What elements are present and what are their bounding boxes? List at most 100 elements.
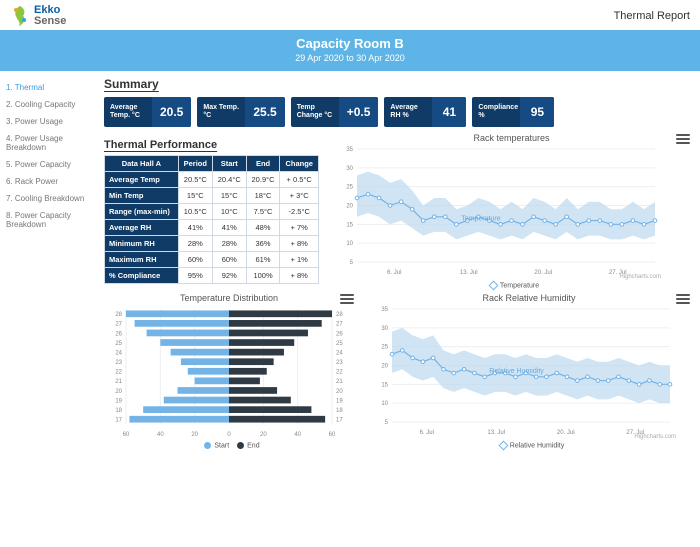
- svg-text:25: 25: [115, 341, 122, 347]
- svg-text:20. Jul: 20. Jul: [534, 270, 552, 276]
- table-cell: 10.5°C: [178, 204, 212, 220]
- svg-text:30: 30: [381, 326, 388, 332]
- row-header: Range (max-min): [105, 204, 179, 220]
- svg-text:20: 20: [336, 389, 343, 395]
- svg-text:27: 27: [336, 322, 343, 328]
- table-header: Start: [212, 156, 246, 172]
- sidebar-item[interactable]: 7. Cooling Breakdown: [6, 190, 94, 207]
- summary-heading: Summary: [104, 77, 690, 91]
- hamburger-icon[interactable]: [340, 293, 354, 305]
- summary-tile: Max Temp. °C25.5: [197, 97, 284, 127]
- summary-tile: Compliance %95: [472, 97, 554, 127]
- row-header: % Compliance: [105, 268, 179, 284]
- chart-title: Rack Relative Humidity: [368, 293, 690, 303]
- row-header: Min Temp: [105, 188, 179, 204]
- svg-text:19: 19: [115, 399, 122, 405]
- table-header: Change: [280, 156, 319, 172]
- sidebar-item[interactable]: 8. Power Capacity Breakdown: [6, 207, 94, 233]
- svg-text:40: 40: [294, 432, 301, 438]
- tile-value: 25.5: [245, 97, 284, 127]
- tile-value: 41: [432, 97, 466, 127]
- table-header: Period: [178, 156, 212, 172]
- table-row: Range (max-min)10.5°C10°C7.5°C-2.5°C: [105, 204, 319, 220]
- row-header: Minimum RH: [105, 236, 179, 252]
- sidebar-item[interactable]: 5. Power Capacity: [6, 156, 94, 173]
- svg-text:20: 20: [115, 389, 122, 395]
- row-header: Maximum RH: [105, 252, 179, 268]
- svg-text:24: 24: [115, 351, 122, 357]
- row-header: Average Temp: [105, 172, 179, 188]
- sidebar-item[interactable]: 3. Power Usage: [6, 113, 94, 130]
- sidebar-item[interactable]: 4. Power Usage Breakdown: [6, 130, 94, 156]
- svg-text:18: 18: [115, 408, 122, 414]
- legend-label: Start: [214, 443, 229, 450]
- lizard-icon: [10, 4, 30, 28]
- svg-text:60: 60: [123, 432, 130, 438]
- table-header: End: [246, 156, 280, 172]
- table-cell: 15°C: [212, 188, 246, 204]
- table-cell: 95%: [178, 268, 212, 284]
- svg-text:13. Jul: 13. Jul: [460, 270, 478, 276]
- svg-text:20: 20: [260, 432, 267, 438]
- brand-logo: Ekko Sense: [10, 4, 66, 28]
- svg-text:17: 17: [115, 418, 122, 424]
- table-cell: 28%: [212, 236, 246, 252]
- row-header: Average RH: [105, 220, 179, 236]
- temp-dist-chart: Temperature Distribution 604020020406028…: [104, 293, 354, 449]
- summary-tile: Average Temp. °C20.5: [104, 97, 191, 127]
- rack-temp-chart: Rack temperatures 51015202530356. Jul13.…: [333, 133, 690, 289]
- table-cell: 61%: [246, 252, 280, 268]
- table-header: Data Hall A: [105, 156, 179, 172]
- svg-text:25: 25: [336, 341, 343, 347]
- table-cell: 60%: [178, 252, 212, 268]
- table-cell: + 1%: [280, 252, 319, 268]
- svg-text:25: 25: [346, 185, 353, 191]
- svg-text:23: 23: [115, 360, 122, 366]
- table-cell: + 0.5°C: [280, 172, 319, 188]
- svg-text:22: 22: [115, 370, 122, 376]
- svg-text:15: 15: [346, 222, 353, 228]
- table-row: Average Temp20.5°C20.4°C20.9°C+ 0.5°C: [105, 172, 319, 188]
- svg-text:5: 5: [385, 420, 389, 426]
- table-row: Average RH41%41%48%+ 7%: [105, 220, 319, 236]
- svg-text:18: 18: [336, 408, 343, 414]
- thermal-table: Data Hall APeriodStartEndChangeAverage T…: [104, 155, 319, 284]
- svg-text:28: 28: [115, 312, 122, 318]
- svg-text:35: 35: [381, 307, 388, 313]
- hamburger-icon[interactable]: [676, 293, 690, 305]
- tile-label: Max Temp. °C: [197, 104, 245, 119]
- table-cell: 100%: [246, 268, 280, 284]
- svg-text:17: 17: [336, 418, 343, 424]
- svg-text:10: 10: [381, 402, 388, 408]
- sidebar-item[interactable]: 1. Thermal: [6, 79, 94, 96]
- table-cell: 92%: [212, 268, 246, 284]
- svg-text:35: 35: [346, 147, 353, 153]
- sidebar-item[interactable]: 2. Cooling Capacity: [6, 96, 94, 113]
- svg-text:5: 5: [350, 260, 354, 266]
- tile-label: Average RH %: [384, 104, 432, 119]
- table-row: Minimum RH28%28%36%+ 8%: [105, 236, 319, 252]
- tile-label: Average Temp. °C: [104, 104, 152, 119]
- table-row: Min Temp15°C15°C18°C+ 3°C: [105, 188, 319, 204]
- svg-text:15: 15: [381, 383, 388, 389]
- tile-value: 20.5: [152, 97, 191, 127]
- tile-label: Temp Change °C: [291, 104, 339, 119]
- svg-text:0: 0: [227, 432, 231, 438]
- svg-text:27: 27: [115, 322, 122, 328]
- chart-title: Rack temperatures: [333, 133, 690, 143]
- svg-text:19: 19: [336, 399, 343, 405]
- thermal-table-wrap: Thermal Performance Data Hall APeriodSta…: [104, 133, 319, 289]
- summary-tile: Average RH %41: [384, 97, 466, 127]
- hamburger-icon[interactable]: [676, 133, 690, 145]
- table-cell: -2.5°C: [280, 204, 319, 220]
- chart-legend: Temperature: [333, 282, 690, 289]
- table-cell: 18°C: [246, 188, 280, 204]
- chart-title: Temperature Distribution: [104, 293, 354, 303]
- table-cell: 7.5°C: [246, 204, 280, 220]
- table-cell: 48%: [246, 220, 280, 236]
- table-cell: + 8%: [280, 268, 319, 284]
- rack-rh-chart: Rack Relative Humidity 51015202530356. J…: [368, 293, 690, 449]
- sidebar-item[interactable]: 6. Rack Power: [6, 173, 94, 190]
- table-cell: 36%: [246, 236, 280, 252]
- table-cell: 20.5°C: [178, 172, 212, 188]
